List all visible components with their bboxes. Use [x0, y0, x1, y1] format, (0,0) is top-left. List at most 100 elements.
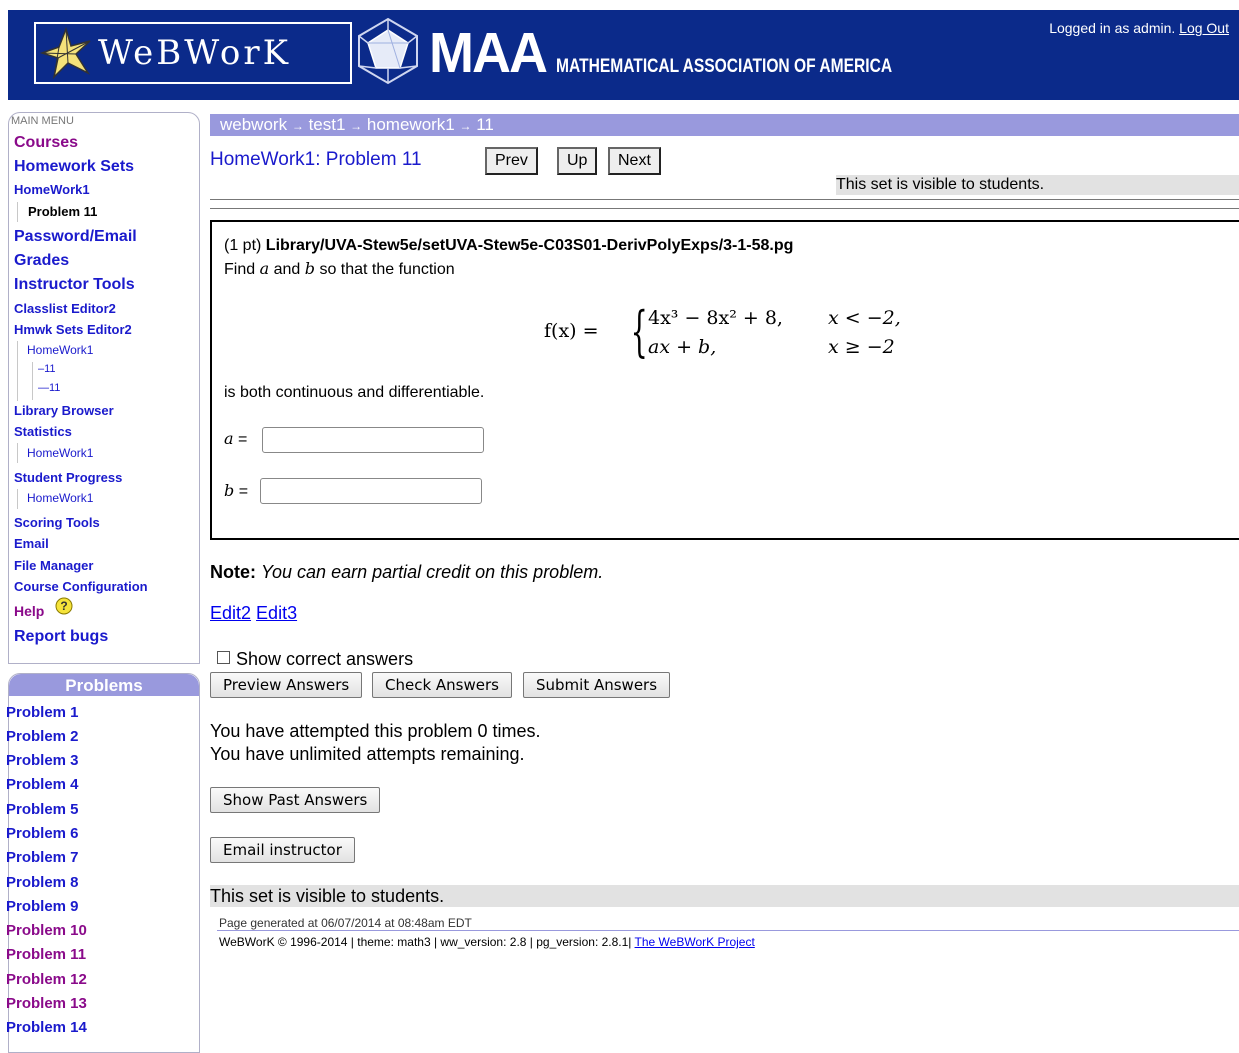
nav-password-email[interactable]: Password/Email — [14, 228, 137, 246]
next-button[interactable]: Next — [608, 147, 661, 175]
login-text: Logged in as admin. — [1049, 20, 1176, 36]
nav-library-browser[interactable]: Library Browser — [14, 403, 114, 418]
check-answers-button[interactable]: Check Answers — [372, 672, 512, 698]
problem-points: (1 pt) — [224, 237, 262, 254]
problem-link-1[interactable]: Problem 1 — [6, 704, 79, 721]
breadcrumb-separator: → — [291, 119, 304, 133]
nav-report-bugs[interactable]: Report bugs — [14, 628, 108, 646]
nav-hmwk-editor-11a[interactable]: –11 — [38, 363, 56, 375]
case2-expression: ax + b, — [648, 336, 717, 358]
submit-answers-button[interactable]: Submit Answers — [523, 672, 671, 698]
webwork-project-link[interactable]: The WeBWorK Project — [635, 935, 755, 949]
login-status: Logged in as admin. Log Out — [1049, 20, 1229, 36]
nav-instructor-tools[interactable]: Instructor Tools — [14, 276, 135, 294]
answer-b-input[interactable] — [260, 478, 482, 504]
preview-answers-button[interactable]: Preview Answers — [210, 672, 363, 698]
problem-link-11[interactable]: Problem 11 — [6, 946, 86, 963]
webwork-logo-text: WeBWorK — [98, 33, 292, 73]
problem-source: (1 pt) Library/UVA-Stew5e/setUVA-Stew5e-… — [224, 237, 793, 255]
problem-link-4[interactable]: Problem 4 — [6, 776, 79, 793]
up-button[interactable]: Up — [557, 147, 598, 175]
note-text: You can earn partial credit on this prob… — [261, 562, 604, 582]
problem-link-12[interactable]: Problem 12 — [6, 971, 87, 988]
a-var: a — [224, 429, 234, 448]
edit3-link[interactable]: Edit3 — [256, 603, 297, 623]
tree-line — [17, 443, 18, 463]
nav-course-configuration[interactable]: Course Configuration — [14, 579, 148, 594]
problem-link-9[interactable]: Problem 9 — [6, 898, 79, 915]
breadcrumb-item[interactable]: homework1 — [367, 115, 455, 134]
footer-divider — [217, 930, 1239, 931]
nav-homework-sets[interactable]: Homework Sets — [14, 158, 134, 176]
problem-link-6[interactable]: Problem 6 — [6, 825, 79, 842]
nav-email[interactable]: Email — [14, 536, 49, 551]
show-correct-checkbox[interactable] — [217, 651, 230, 664]
divider — [210, 208, 1239, 209]
nav-student-progress[interactable]: Student Progress — [14, 470, 122, 485]
footer-copyright: WeBWorK © 1996-2014 | theme: math3 | ww_… — [219, 935, 755, 949]
attempts-count: You have attempted this problem 0 times. — [210, 721, 541, 741]
and-word: and — [273, 261, 301, 278]
function-lhs: f(x) = — [544, 320, 599, 342]
var-a: a — [259, 259, 270, 278]
problems-panel-title: Problems — [9, 674, 199, 696]
breadcrumb-item[interactable]: webwork — [220, 115, 287, 134]
case2-condition: x ≥ −2 — [828, 336, 895, 358]
find-prefix: Find — [224, 261, 256, 278]
site-header: WeBWorK MAA MATHEMATICAL ASSOCIATION OF … — [8, 10, 1239, 100]
maa-subtitle: MATHEMATICAL ASSOCIATION OF AMERICA — [555, 56, 893, 77]
maa-logo[interactable]: MAA MATHEMATICAL ASSOCIATION OF AMERICA — [353, 17, 966, 88]
breadcrumb-separator: → — [459, 119, 472, 133]
nav-hmwk-editor-homework1[interactable]: HomeWork1 — [27, 343, 93, 357]
nav-file-manager[interactable]: File Manager — [14, 558, 93, 573]
b-label: b = — [224, 481, 248, 501]
a-equals: = — [238, 431, 248, 448]
nav-stats-homework1[interactable]: HomeWork1 — [27, 446, 93, 460]
page-generated: Page generated at 06/07/2014 at 08:48am … — [219, 916, 472, 930]
note-label: Note: — [210, 562, 256, 582]
tree-line — [32, 362, 33, 400]
answer-a-input[interactable] — [262, 427, 484, 453]
tree-line — [17, 341, 18, 401]
logout-link[interactable]: Log Out — [1179, 20, 1229, 36]
tree-line — [17, 202, 18, 222]
breadcrumb-item[interactable]: test1 — [309, 115, 346, 134]
problem-link-7[interactable]: Problem 7 — [6, 849, 79, 866]
nav-progress-homework1[interactable]: HomeWork1 — [27, 491, 93, 505]
nav-problem11-current: Problem 11 — [28, 204, 98, 219]
problem-statement: is both continuous and differentiable. — [224, 384, 485, 401]
problem-link-8[interactable]: Problem 8 — [6, 874, 79, 891]
nav-classlist-editor2[interactable]: Classlist Editor2 — [14, 301, 116, 316]
breadcrumb-current: 11 — [476, 115, 494, 134]
nav-hmwk-sets-editor2[interactable]: Hmwk Sets Editor2 — [14, 322, 132, 337]
nav-grades[interactable]: Grades — [14, 252, 69, 270]
webwork-logo[interactable]: WeBWorK — [34, 22, 352, 84]
help-icon[interactable]: ? — [55, 597, 73, 620]
case1-expression: 4x³ − 8x² + 8, — [648, 307, 783, 329]
nav-courses[interactable]: Courses — [14, 134, 78, 152]
nav-homework1[interactable]: HomeWork1 — [14, 182, 90, 197]
nav-scoring-tools[interactable]: Scoring Tools — [14, 515, 100, 530]
problem-link-14[interactable]: Problem 14 — [6, 1019, 87, 1036]
nav-help[interactable]: Help — [14, 603, 44, 619]
problem-link-3[interactable]: Problem 3 — [6, 752, 79, 769]
b-equals: = — [238, 483, 249, 500]
email-instructor-button[interactable]: Email instructor — [210, 837, 355, 863]
case1-condition: x < −2, — [828, 307, 901, 329]
nav-statistics[interactable]: Statistics — [14, 424, 72, 439]
page-title: HomeWork1: Problem 11 — [210, 149, 422, 170]
nav-hmwk-editor-11b[interactable]: —11 — [38, 382, 60, 394]
show-past-answers-button[interactable]: Show Past Answers — [210, 787, 381, 813]
attempts-remaining: You have unlimited attempts remaining. — [210, 744, 525, 764]
problem-link-13[interactable]: Problem 13 — [6, 995, 87, 1012]
divider — [210, 199, 1239, 200]
maa-text: MAA — [429, 21, 548, 85]
problem-link-10[interactable]: Problem 10 — [6, 922, 87, 939]
edit-links: Edit2 Edit3 — [210, 603, 297, 624]
problem-link-5[interactable]: Problem 5 — [6, 801, 79, 818]
prev-button[interactable]: Prev — [485, 147, 538, 175]
edit2-link[interactable]: Edit2 — [210, 603, 251, 623]
problem-instruction: Find a and b so that the function — [224, 259, 455, 279]
problem-link-2[interactable]: Problem 2 — [6, 728, 79, 745]
visibility-status: This set is visible to students. — [836, 175, 1239, 195]
